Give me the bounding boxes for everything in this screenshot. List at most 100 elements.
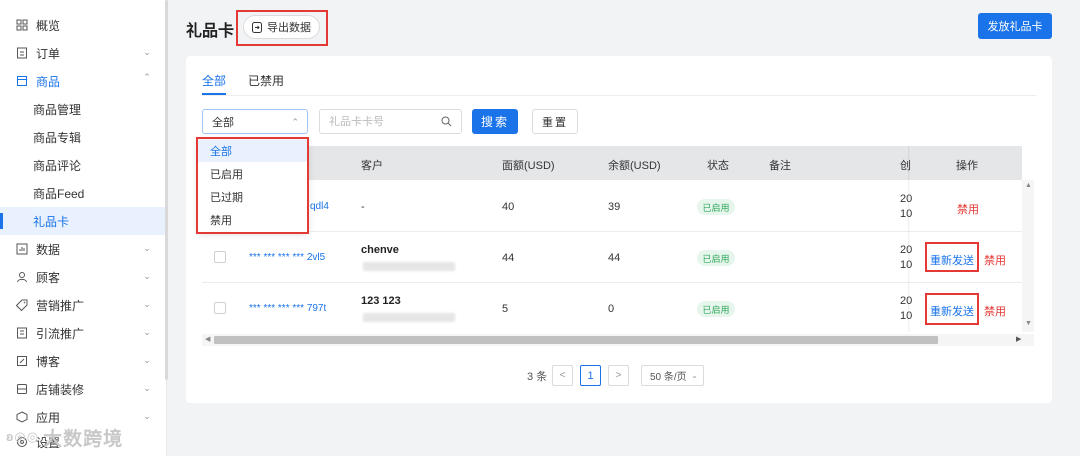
tab-disabled[interactable]: 已禁用 xyxy=(248,72,284,89)
sidebar-item-traffic[interactable]: 引流推广 ⌄ xyxy=(0,319,166,347)
column-header-balance: 余额(USD) xyxy=(608,160,661,172)
sidebar-sub-label: 商品专辑 xyxy=(33,130,82,145)
sidebar-sub-product-collections[interactable]: 商品专辑 xyxy=(0,123,166,151)
face-value-cell: 44 xyxy=(502,252,515,264)
sidebar-item-blog[interactable]: 博客 ⌄ xyxy=(0,347,166,375)
status-badge: 已启用 xyxy=(697,250,735,266)
chevron-up-icon: ⌃ xyxy=(291,117,299,127)
blog-icon xyxy=(16,355,28,367)
disable-button[interactable]: 禁用 xyxy=(984,252,1006,268)
sidebar-sub-label: 商品Feed xyxy=(33,186,85,201)
status-select[interactable]: 全部 ⌃ xyxy=(202,109,308,134)
doc-icon xyxy=(16,327,28,339)
sidebar: 概览 订单 ⌄ 商品 ⌃ 商品管理 商品专辑 商品评论 商品Feed 礼品卡 数… xyxy=(0,0,168,456)
gift-card-number[interactable]: *** *** *** *** 2vl5 xyxy=(249,252,325,263)
issue-gift-card-button[interactable]: 发放礼品卡 xyxy=(978,13,1052,39)
row-checkbox[interactable] xyxy=(214,302,226,314)
chevron-down-icon: ⌄ xyxy=(143,271,151,281)
search-input[interactable] xyxy=(329,115,439,128)
order-icon xyxy=(16,47,28,59)
sidebar-item-store-design[interactable]: 店铺装修 ⌄ xyxy=(0,375,166,403)
chevron-down-icon: ⌄ xyxy=(143,327,151,337)
gift-card-number[interactable]: *** *** *** *** 797t xyxy=(249,303,326,314)
face-value-cell: 40 xyxy=(502,201,515,213)
status-badge: 已启用 xyxy=(697,199,735,215)
table-horizontal-scrollbar[interactable]: ◀ ▶ xyxy=(202,334,1034,346)
sidebar-item-customers[interactable]: 顾客 ⌄ xyxy=(0,263,166,291)
tab-divider xyxy=(202,95,1036,96)
scrollbar-thumb[interactable] xyxy=(214,336,938,344)
customer-cell: 123 123 xyxy=(361,295,401,307)
balance-cell: 44 xyxy=(608,252,621,264)
column-header-remark: 备注 xyxy=(769,160,791,172)
created-cell: 20 xyxy=(900,244,913,256)
reset-button[interactable]: 重置 xyxy=(532,109,578,134)
disable-button[interactable]: 禁用 xyxy=(957,201,979,217)
balance-cell: 39 xyxy=(608,201,621,213)
sidebar-item-label: 概览 xyxy=(36,18,61,33)
highlight-box-export xyxy=(236,10,328,46)
row-checkbox[interactable] xyxy=(214,251,226,263)
sidebar-item-orders[interactable]: 订单 ⌄ xyxy=(0,39,166,67)
sidebar-item-label: 引流推广 xyxy=(36,326,85,341)
row-divider xyxy=(202,282,1022,283)
card-number-search[interactable] xyxy=(319,109,462,134)
app-icon xyxy=(16,411,28,423)
sidebar-sub-product-management[interactable]: 商品管理 xyxy=(0,95,166,123)
sidebar-item-label: 数据 xyxy=(36,242,61,257)
created-cell: 20 xyxy=(900,193,913,205)
column-header-face-value: 面额(USD) xyxy=(502,160,555,172)
pagination-total: 3 条 xyxy=(527,371,548,383)
scroll-down-icon[interactable]: ▼ xyxy=(1025,320,1032,327)
chevron-down-icon: ⌄ xyxy=(143,243,151,253)
search-icon xyxy=(441,116,452,127)
next-page-button[interactable]: > xyxy=(608,365,629,386)
disable-button[interactable]: 禁用 xyxy=(984,303,1006,319)
sidebar-item-label: 商品 xyxy=(36,74,61,89)
content-card xyxy=(186,56,1052,403)
redacted-email xyxy=(363,313,455,322)
column-header-status: 状态 xyxy=(707,160,729,172)
grid-icon xyxy=(16,19,28,31)
chevron-down-icon: ⌄ xyxy=(691,371,698,380)
tab-all[interactable]: 全部 xyxy=(202,72,226,89)
page-size-select[interactable]: 50 条/页 ⌄ xyxy=(641,365,704,386)
sidebar-sub-label: 礼品卡 xyxy=(33,214,70,229)
watermark-text: 大数跨境 xyxy=(43,428,124,450)
sidebar-sub-product-feed[interactable]: 商品Feed xyxy=(0,179,166,207)
store-icon xyxy=(16,383,28,395)
tab-active-indicator xyxy=(202,93,226,95)
chevron-down-icon: ⌄ xyxy=(143,383,151,393)
sidebar-item-label: 店铺装修 xyxy=(36,382,85,397)
scroll-right-icon[interactable]: ▶ xyxy=(1016,335,1021,343)
customer-cell: - xyxy=(361,201,365,213)
scroll-up-icon[interactable]: ▲ xyxy=(1025,182,1032,189)
scroll-left-icon[interactable]: ◀ xyxy=(205,335,210,343)
sidebar-sub-label: 商品评论 xyxy=(33,158,82,173)
data-icon xyxy=(16,243,28,255)
chevron-down-icon: ⌄ xyxy=(143,411,151,421)
sidebar-sub-gift-cards[interactable]: 礼品卡 xyxy=(0,207,166,235)
sidebar-item-products[interactable]: 商品 ⌃ xyxy=(0,67,166,95)
sidebar-sub-product-reviews[interactable]: 商品评论 xyxy=(0,151,166,179)
page-title: 礼品卡 xyxy=(186,23,235,40)
table-vertical-scrollbar[interactable]: ▲ ▼ xyxy=(1022,180,1034,332)
gift-card-number[interactable]: qdl4 xyxy=(310,201,329,212)
sidebar-item-overview[interactable]: 概览 xyxy=(0,11,166,39)
prev-page-button[interactable]: < xyxy=(552,365,573,386)
created-cell: 10 xyxy=(900,259,913,271)
status-badge: 已启用 xyxy=(697,301,735,317)
chevron-down-icon: ⌄ xyxy=(143,47,151,57)
sidebar-item-data[interactable]: 数据 ⌄ xyxy=(0,235,166,263)
column-header-actions: 操作 xyxy=(956,160,978,172)
sidebar-item-label: 博客 xyxy=(36,354,61,369)
created-cell: 20 xyxy=(900,295,913,307)
sidebar-scrollbar[interactable] xyxy=(165,0,168,380)
page-1-button[interactable]: 1 xyxy=(580,365,601,386)
search-button[interactable]: 搜索 xyxy=(472,109,518,134)
sidebar-item-marketing[interactable]: 营销推广 ⌄ xyxy=(0,291,166,319)
chevron-up-icon: ⌃ xyxy=(143,72,151,82)
fixed-column-shadow xyxy=(908,146,910,332)
sidebar-item-label: 营销推广 xyxy=(36,298,85,313)
face-value-cell: 5 xyxy=(502,303,509,315)
